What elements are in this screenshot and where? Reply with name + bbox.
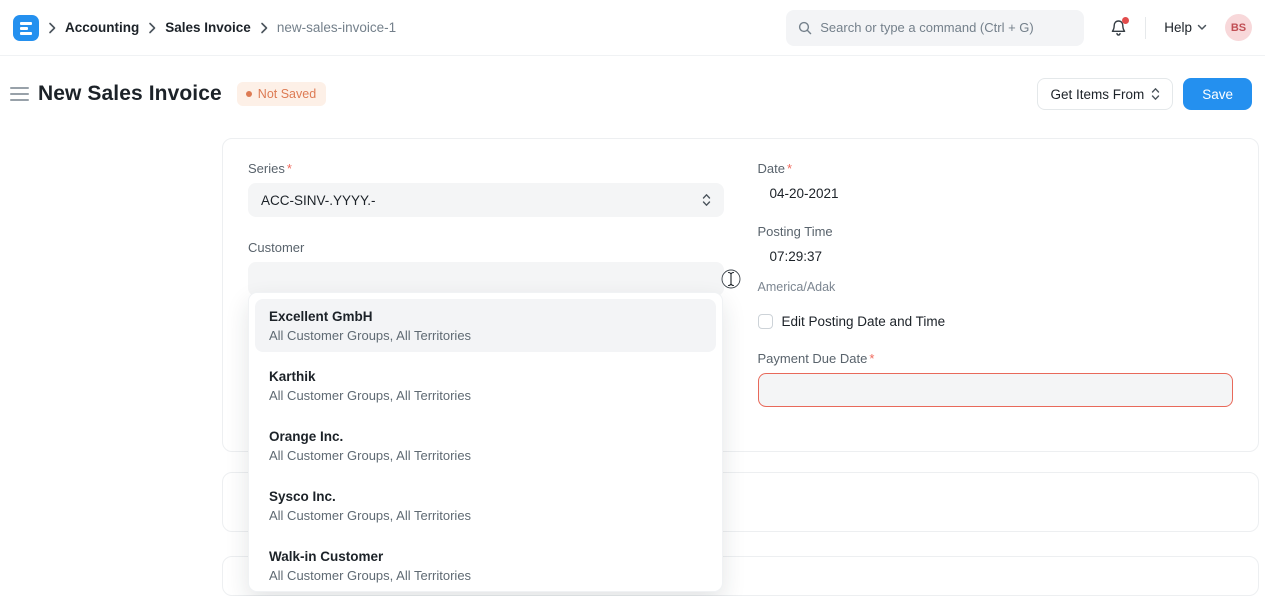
posting-time-value[interactable]: 07:29:37: [758, 249, 1234, 264]
select-arrows-icon: [1151, 87, 1160, 101]
customer-label: Customer: [248, 240, 724, 255]
search-input[interactable]: [820, 20, 1072, 35]
breadcrumb-sales-invoice[interactable]: Sales Invoice: [165, 20, 251, 35]
required-marker: *: [787, 161, 792, 176]
customer-option-title: Excellent GmbH: [269, 309, 702, 324]
payment-due-date-input[interactable]: [771, 383, 1221, 398]
breadcrumb-accounting[interactable]: Accounting: [65, 20, 139, 35]
timezone-label: America/Adak: [758, 280, 1234, 294]
series-label: Series*: [248, 161, 724, 176]
customer-option-subtitle: All Customer Groups, All Territories: [269, 448, 702, 463]
search-icon: [798, 21, 812, 35]
payment-due-date-input-wrap[interactable]: [758, 373, 1234, 407]
help-menu[interactable]: Help: [1164, 20, 1207, 35]
status-badge: Not Saved: [237, 82, 326, 106]
date-field: Date* 04-20-2021: [758, 161, 1234, 201]
form-right-column: Date* 04-20-2021 Posting Time 07:29:37 A…: [758, 161, 1234, 429]
frappe-logo-icon: [19, 21, 33, 35]
checkbox-unchecked[interactable]: [758, 314, 773, 329]
app-logo[interactable]: [13, 15, 39, 41]
customer-option-subtitle: All Customer Groups, All Territories: [269, 328, 702, 343]
sidebar-toggle-icon[interactable]: [10, 87, 29, 101]
customer-option-subtitle: All Customer Groups, All Territories: [269, 508, 702, 523]
help-label: Help: [1164, 20, 1192, 35]
text-cursor-icon: [721, 268, 741, 290]
status-dot-icon: [246, 91, 252, 97]
get-items-from-button[interactable]: Get Items From: [1037, 78, 1173, 110]
global-search[interactable]: [786, 10, 1084, 46]
customer-dropdown: Excellent GmbH All Customer Groups, All …: [248, 292, 723, 592]
series-select[interactable]: ACC-SINV-.YYYY.-: [248, 183, 724, 217]
payment-due-date-label: Payment Due Date*: [758, 351, 1234, 366]
customer-option[interactable]: Walk-in Customer All Customer Groups, Al…: [255, 539, 716, 592]
customer-option[interactable]: Excellent GmbH All Customer Groups, All …: [255, 299, 716, 352]
required-marker: *: [869, 351, 874, 366]
customer-option-title: Karthik: [269, 369, 702, 384]
nav-divider: [1145, 17, 1146, 39]
top-navbar: Accounting Sales Invoice new-sales-invoi…: [0, 0, 1265, 56]
chevron-right-icon: [48, 22, 56, 34]
notifications-button[interactable]: [1110, 19, 1127, 37]
posting-time-field: Posting Time 07:29:37: [758, 224, 1234, 264]
customer-input-wrap[interactable]: [248, 262, 724, 296]
notification-dot: [1122, 17, 1129, 24]
chevron-right-icon: [260, 22, 268, 34]
chevron-down-icon: [1197, 24, 1207, 31]
page-header: New Sales Invoice Not Saved Get Items Fr…: [0, 56, 1265, 132]
save-button[interactable]: Save: [1183, 78, 1252, 110]
chevron-right-icon: [148, 22, 156, 34]
series-value: ACC-SINV-.YYYY.-: [261, 193, 376, 208]
customer-option-subtitle: All Customer Groups, All Territories: [269, 568, 702, 583]
customer-option[interactable]: Orange Inc. All Customer Groups, All Ter…: [255, 419, 716, 472]
posting-time-label: Posting Time: [758, 224, 1234, 239]
breadcrumb-current-doc[interactable]: new-sales-invoice-1: [277, 20, 396, 35]
edit-posting-datetime-checkbox[interactable]: Edit Posting Date and Time: [758, 314, 1234, 329]
select-arrows-icon: [702, 193, 711, 207]
page-title: New Sales Invoice: [38, 82, 222, 106]
customer-field: Customer: [248, 240, 724, 296]
customer-option-subtitle: All Customer Groups, All Territories: [269, 388, 702, 403]
required-marker: *: [287, 161, 292, 176]
series-field: Series* ACC-SINV-.YYYY.-: [248, 161, 724, 217]
edit-posting-datetime-label: Edit Posting Date and Time: [782, 314, 946, 329]
customer-option[interactable]: Sysco Inc. All Customer Groups, All Terr…: [255, 479, 716, 532]
date-label: Date*: [758, 161, 1234, 176]
date-value[interactable]: 04-20-2021: [758, 186, 1234, 201]
status-badge-label: Not Saved: [258, 87, 316, 101]
customer-option-title: Walk-in Customer: [269, 549, 702, 564]
user-avatar[interactable]: BS: [1225, 14, 1252, 41]
payment-due-date-field: Payment Due Date*: [758, 351, 1234, 407]
customer-option[interactable]: Karthik All Customer Groups, All Territo…: [255, 359, 716, 412]
customer-option-title: Sysco Inc.: [269, 489, 702, 504]
get-items-from-label: Get Items From: [1050, 87, 1144, 102]
customer-option-title: Orange Inc.: [269, 429, 702, 444]
customer-input[interactable]: [261, 272, 691, 287]
